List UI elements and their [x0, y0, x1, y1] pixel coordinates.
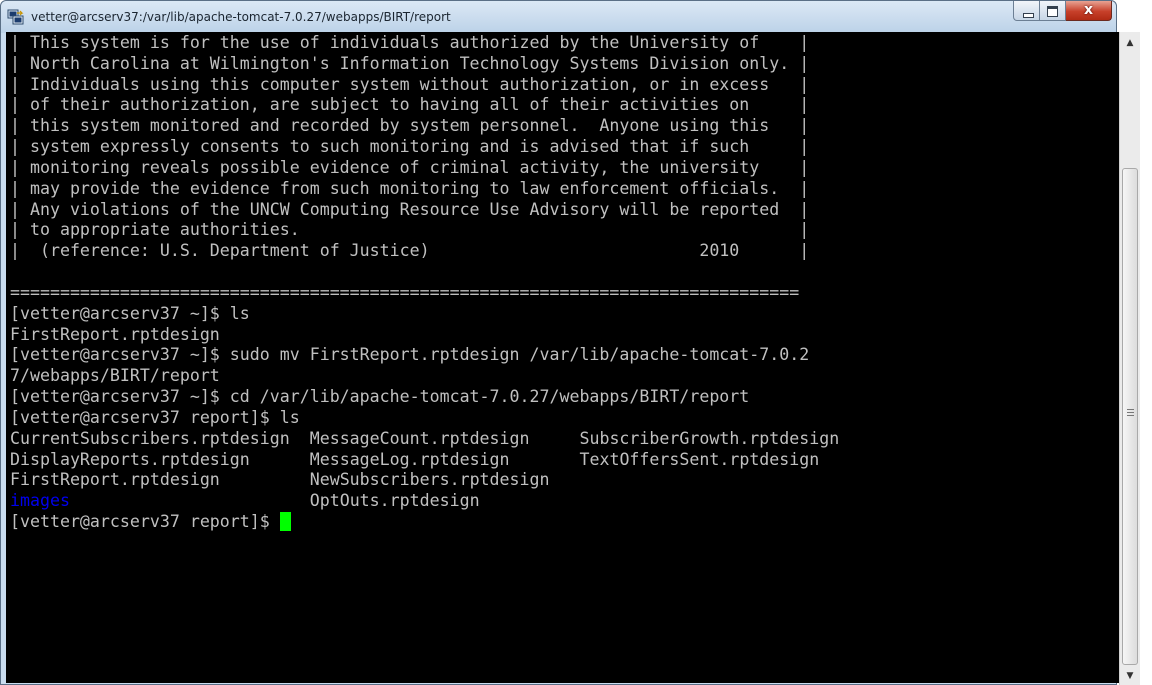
text-cursor	[279, 512, 291, 532]
banner-line: | may provide the evidence from such mon…	[10, 178, 810, 198]
shell-line: [vetter@arcserv37 ~]$ sudo mv FirstRepor…	[10, 345, 810, 365]
terminal-output: | This system is for the use of individu…	[10, 33, 839, 533]
banner-line: | this system monitored and recorded by …	[10, 116, 810, 136]
close-button[interactable]: x	[1066, 1, 1112, 21]
minimize-button[interactable]	[1013, 1, 1040, 21]
banner-line: ========================================…	[10, 282, 800, 302]
file-entry: MessageCount.rptdesign	[309, 428, 530, 448]
file-entry: DisplayReports.rptdesign	[10, 449, 250, 469]
banner-line: | system expressly consents to such moni…	[10, 137, 810, 157]
file-entry: TextOffersSent.rptdesign	[579, 449, 820, 469]
maximize-button[interactable]	[1040, 1, 1066, 21]
shell-line: FirstReport.rptdesign	[10, 324, 220, 344]
shell-line: [vetter@arcserv37 report]$ ls	[10, 407, 300, 427]
file-entry: OptOuts.rptdesign	[309, 491, 480, 511]
banner-line: | Any violations of the UNCW Computing R…	[10, 199, 810, 219]
terminal-area[interactable]: | This system is for the use of individu…	[6, 32, 1122, 683]
banner-line: | of their authorization, are subject to…	[10, 95, 810, 115]
listing-row: CurrentSubscribers.rptdesign MessageCoun…	[10, 429, 839, 450]
file-entry: SubscriberGrowth.rptdesign	[579, 428, 840, 448]
file-entry: CurrentSubscribers.rptdesign	[10, 428, 290, 448]
vertical-scrollbar[interactable]: ▲ ▼	[1119, 32, 1140, 685]
directory-entry: images	[10, 491, 70, 511]
title-bar[interactable]: vetter@arcserv37:/var/lib/apache-tomcat-…	[1, 1, 1116, 33]
thumb-grip-icon	[1127, 409, 1134, 410]
file-entry: NewSubscribers.rptdesign	[309, 470, 550, 490]
banner-line: | (reference: U.S. Department of Justice…	[10, 241, 810, 261]
listing-row: DisplayReports.rptdesign MessageLog.rptd…	[10, 450, 839, 471]
shell-line: 7/webapps/BIRT/report	[10, 366, 220, 386]
scroll-up-arrow-icon[interactable]: ▲	[1120, 34, 1140, 52]
file-entry: FirstReport.rptdesign	[10, 470, 220, 490]
minimize-icon	[1023, 13, 1034, 18]
banner-line	[10, 262, 839, 283]
shell-line: [vetter@arcserv37 ~]$ cd /var/lib/apache…	[10, 387, 750, 407]
file-entry: MessageLog.rptdesign	[309, 449, 510, 469]
banner-line: | Individuals using this computer system…	[10, 74, 810, 94]
listing-row: images OptOuts.rptdesign	[10, 491, 839, 512]
scroll-thumb[interactable]	[1122, 168, 1138, 665]
shell-prompt: [vetter@arcserv37 report]$	[10, 512, 280, 532]
window-title: vetter@arcserv37:/var/lib/apache-tomcat-…	[31, 10, 451, 24]
scroll-down-arrow-icon[interactable]: ▼	[1120, 667, 1140, 685]
caption-buttons: x	[1013, 1, 1112, 23]
prompt-line: [vetter@arcserv37 report]$	[10, 512, 839, 533]
shell-line: [vetter@arcserv37 ~]$ ls	[10, 303, 250, 323]
putty-icon[interactable]	[7, 9, 25, 25]
listing-row: FirstReport.rptdesign NewSubscribers.rpt…	[10, 470, 839, 491]
banner-line: | monitoring reveals possible evidence o…	[10, 157, 810, 177]
maximize-icon	[1047, 6, 1058, 17]
banner-line: | This system is for the use of individu…	[10, 33, 810, 52]
close-icon: x	[1083, 2, 1094, 18]
banner-line: | to appropriate authorities. |	[10, 220, 810, 240]
banner-line: | North Carolina at Wilmington's Informa…	[10, 53, 810, 73]
